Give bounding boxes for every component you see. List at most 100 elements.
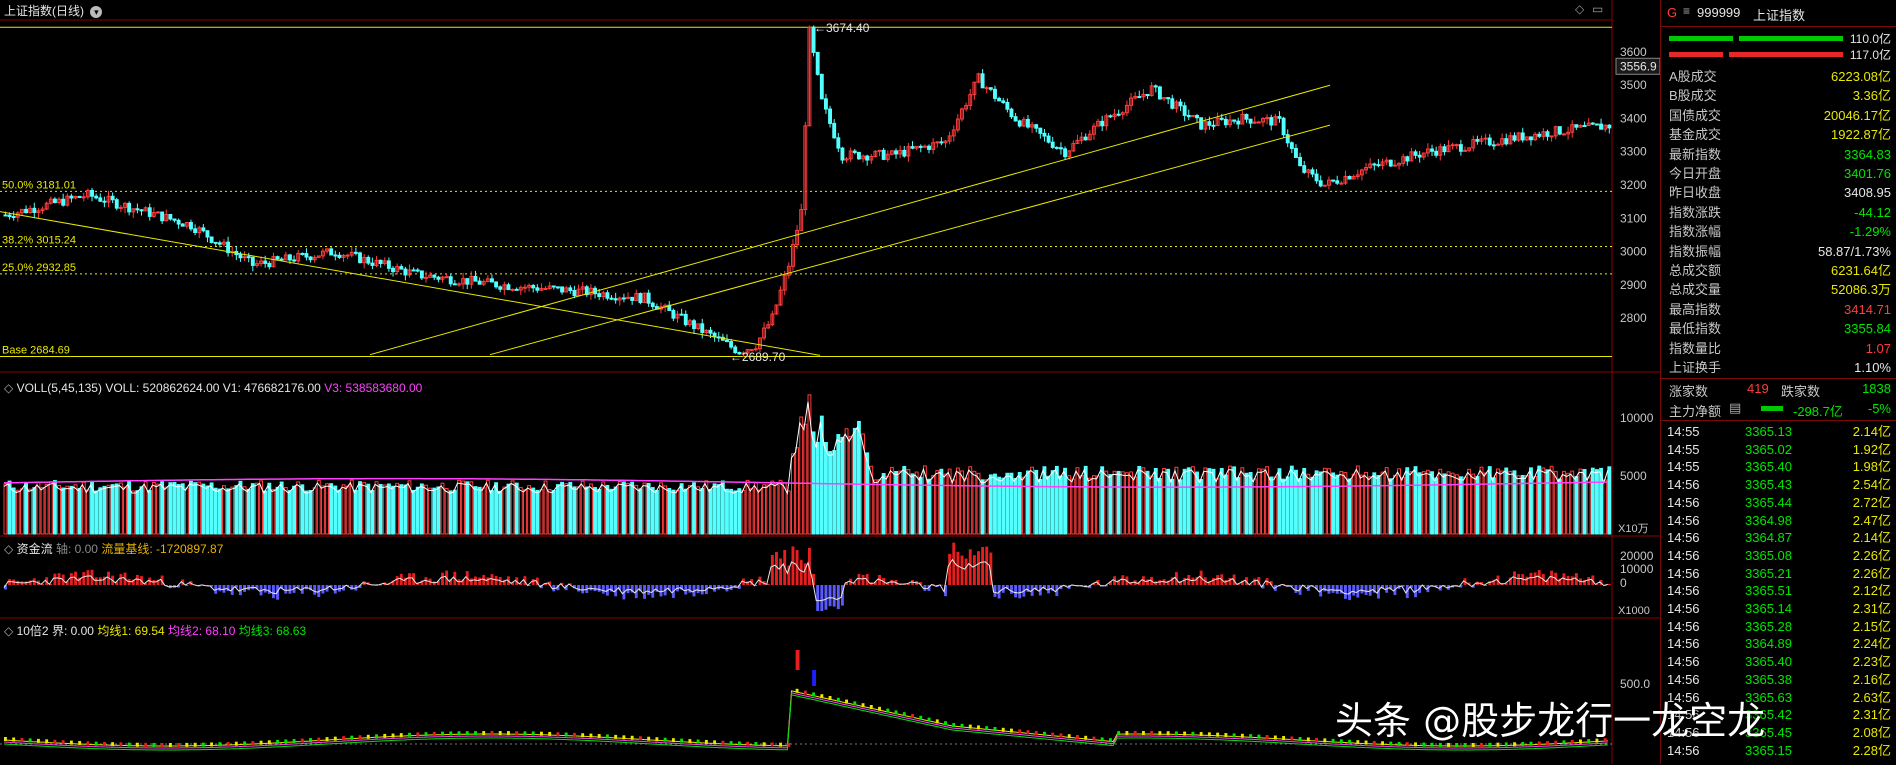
flow-bar (956, 551, 960, 585)
volume-bar (1129, 471, 1133, 535)
candle-body (1318, 180, 1323, 187)
stat-row: 上证换手 1.10% (1669, 359, 1891, 377)
volume-bar (725, 488, 729, 535)
chart-area[interactable]: 3600 3500 3400 3300 3200 3100 3000 2900 2800 3556… (0, 0, 1660, 764)
volume-bar (803, 423, 808, 535)
candle-body (543, 288, 548, 291)
volume-bar (716, 484, 721, 535)
volume-bar (1491, 477, 1496, 535)
maximize-icon[interactable]: ▭ (1592, 2, 1603, 16)
flow-bar (1607, 583, 1611, 585)
candle-body (1009, 108, 1014, 118)
candle-body (1038, 127, 1043, 134)
volume-bar (395, 482, 400, 535)
flow-bar (948, 553, 952, 585)
price-axis-label: 3200 (1620, 178, 1647, 192)
candle-body (638, 293, 643, 303)
candle-body (345, 254, 350, 257)
ten-marker (78, 740, 82, 745)
candle-body (457, 283, 461, 286)
volume-bar (19, 488, 24, 535)
volume-bar (11, 487, 16, 535)
stat-value: 3414.71 (1844, 301, 1891, 317)
ten-marker (671, 738, 675, 743)
volume-bar (613, 486, 618, 535)
candle-body (98, 197, 103, 202)
candle-body (477, 280, 482, 285)
volume-bar (518, 487, 523, 535)
ten-marker (416, 732, 420, 737)
volume-panel-icon[interactable]: ◇ (4, 381, 13, 395)
candle-body (1265, 117, 1270, 120)
volume-bar (1458, 476, 1463, 535)
volume-bar (275, 486, 280, 535)
volume-bar (1454, 474, 1459, 535)
flow-panel-icon[interactable]: ◇ (4, 542, 13, 556)
candle-body (238, 254, 243, 259)
ten-marker (69, 740, 73, 745)
volume-bar (424, 484, 428, 535)
flow-bar (1570, 576, 1574, 585)
ten-marker (663, 737, 667, 742)
candle-body (568, 287, 573, 291)
ten-marker (919, 715, 923, 720)
volume-bar (626, 482, 630, 535)
volume-bar (601, 481, 606, 535)
candle-body (1100, 120, 1105, 127)
volume-bar (362, 482, 367, 535)
candle-body (465, 278, 470, 285)
volume-bar (1557, 478, 1562, 535)
flow-info-icon[interactable]: ▤ (1729, 400, 1741, 416)
volume-bar (300, 484, 305, 535)
tick-time: 14:56 (1667, 601, 1700, 616)
volume-bar (1520, 474, 1525, 535)
candle-body (300, 252, 305, 255)
volume-bar (1240, 467, 1245, 535)
flow-bar (799, 560, 803, 585)
candle-body (572, 289, 577, 297)
tick-volume: 2.54亿 (1852, 477, 1891, 493)
volume-bar (52, 480, 57, 535)
ten-marker (638, 736, 642, 741)
ten-marker (61, 740, 65, 745)
volume-bar (36, 481, 41, 535)
volume-bar (1009, 472, 1014, 535)
candle-body (1244, 113, 1249, 120)
ten-panel-icon[interactable]: ◇ (4, 624, 13, 638)
flow-bar (478, 577, 482, 585)
ten-marker (490, 731, 494, 736)
volume-bar (572, 486, 577, 535)
ten-marker (1026, 730, 1030, 735)
candle-body (910, 146, 915, 149)
tick-volume: 1.92亿 (1852, 441, 1891, 457)
tick-row: 14:56 3364.89 2.24亿 (1661, 635, 1896, 653)
ten-marker (605, 734, 609, 739)
flow-indicator-name: 资金流 (16, 542, 53, 556)
dropdown-icon[interactable]: ▾ (90, 6, 103, 18)
tick-row: 14:55 3365.40 1.98亿 (1661, 458, 1896, 476)
volume-bar (555, 484, 560, 535)
volume-bar (250, 483, 255, 535)
candle-body (1520, 132, 1525, 141)
ten-marker (251, 741, 255, 746)
candle-body (1083, 136, 1088, 141)
candle-body (535, 287, 540, 291)
buy-sell-bars: 110.0亿 117.0亿 (1661, 30, 1896, 64)
fib-label: 25.0% 2932.85 (2, 262, 76, 274)
red-bar (1669, 52, 1723, 57)
volume-bar (510, 480, 515, 535)
menu-icon[interactable]: ≡ (1683, 4, 1690, 18)
flow-bar (135, 574, 139, 585)
flow-bar (1216, 575, 1220, 585)
volume-bar (1479, 466, 1484, 535)
volume-bar (1586, 476, 1591, 535)
candle-body (275, 256, 280, 260)
candle-body (1157, 86, 1162, 100)
diamond-icon[interactable]: ◇ (1575, 2, 1584, 16)
candle-body (1475, 139, 1480, 142)
flow-bar (626, 585, 630, 594)
main-flow-row: 主力净额 ▤ -298.7亿 -5% (1661, 399, 1896, 419)
up-value: 419 (1747, 381, 1769, 396)
ten-marker (680, 738, 684, 743)
flow-bar (288, 585, 292, 594)
